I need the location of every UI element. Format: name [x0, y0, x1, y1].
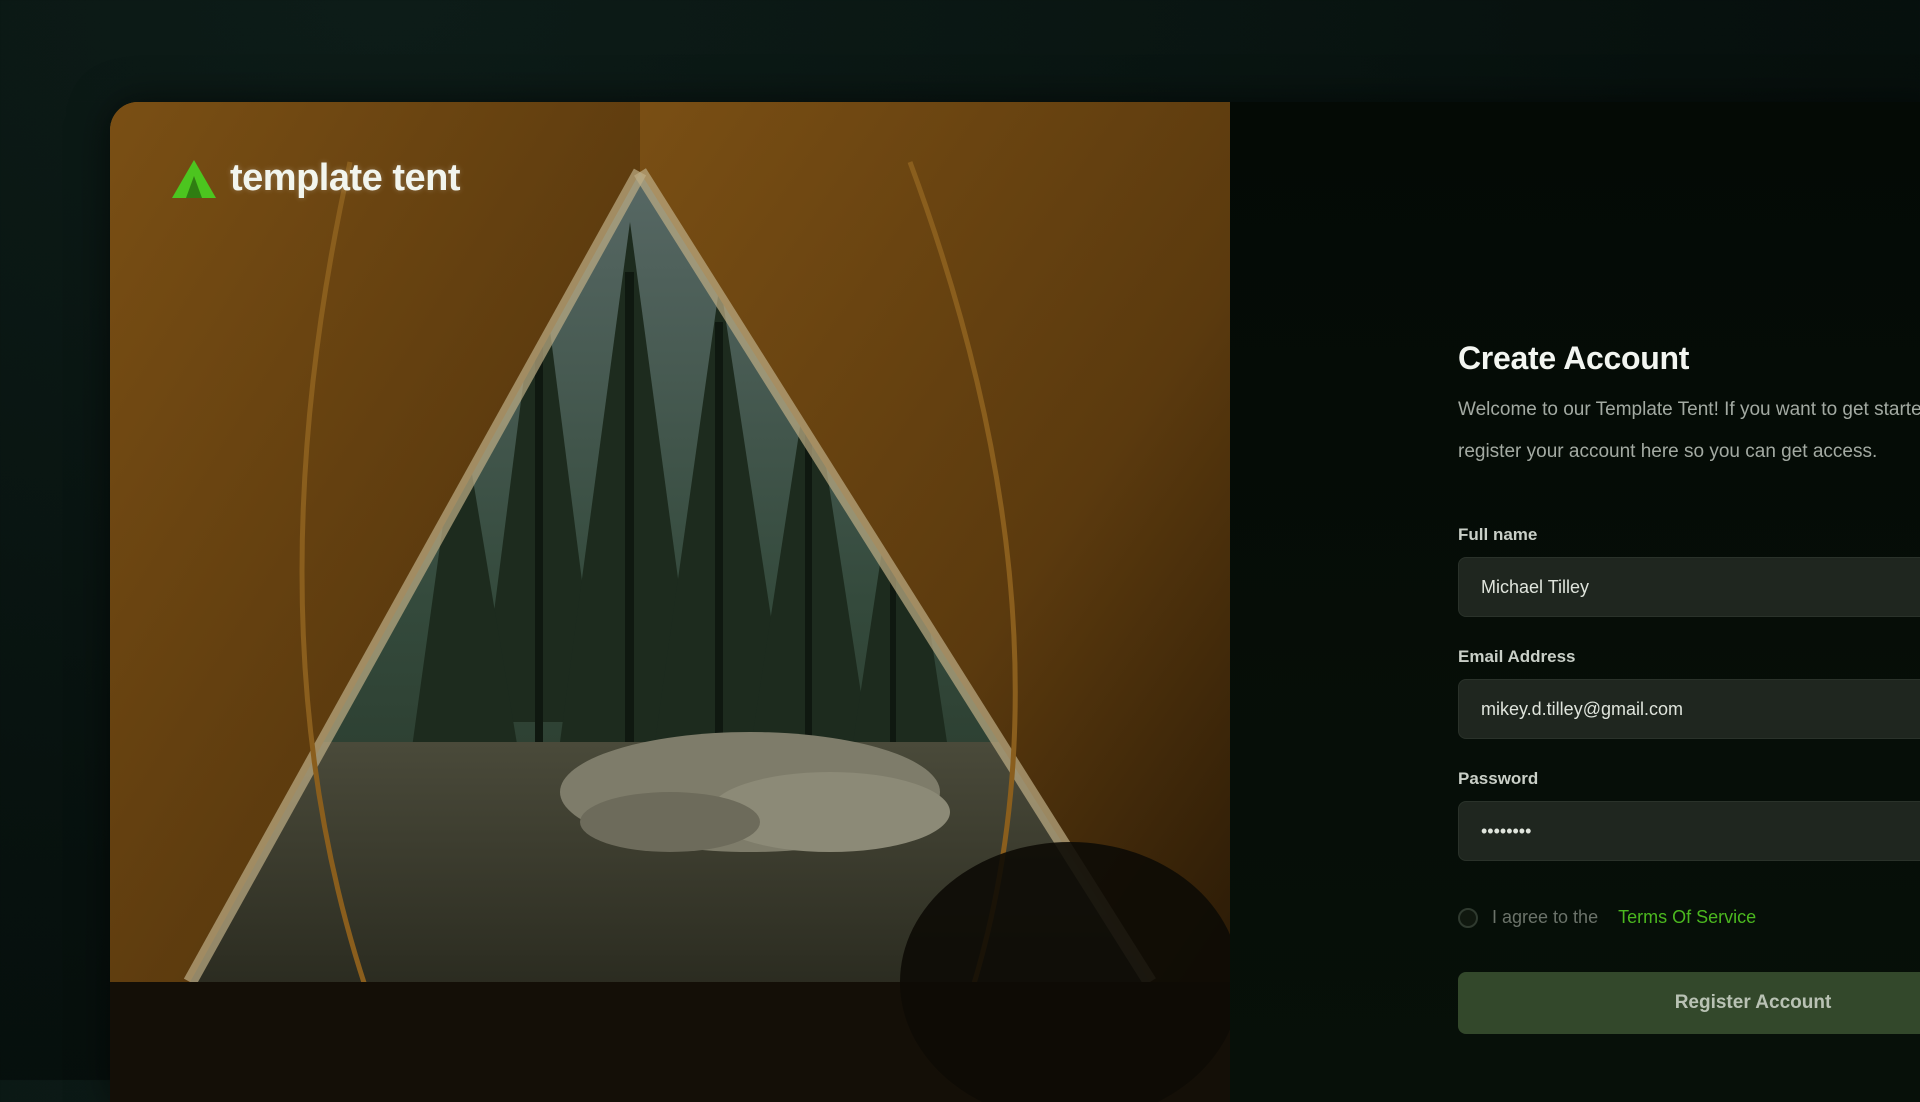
email-label: Email Address — [1458, 647, 1576, 666]
tent-forest-illustration — [110, 102, 1230, 1102]
password-input[interactable] — [1458, 801, 1920, 861]
full-name-input[interactable] — [1458, 557, 1920, 617]
terms-checkbox[interactable] — [1458, 907, 1478, 928]
terms-row: I agree to the Terms Of Service — [1458, 907, 1920, 928]
email-input[interactable] — [1458, 679, 1920, 739]
register-account-button[interactable]: Register Account — [1458, 972, 1920, 1034]
app-window: template tent Create Account Welcome to … — [110, 102, 1920, 1102]
terms-of-service-link[interactable]: Terms Of Service — [1618, 907, 1756, 928]
hero-panel: template tent — [110, 102, 1230, 1102]
brand-logo[interactable]: template tent — [170, 156, 460, 200]
brand-name: template tent — [230, 156, 460, 199]
register-panel: Create Account Welcome to our Template T… — [1230, 102, 1920, 1102]
full-name-label: Full name — [1458, 525, 1538, 544]
tent-logo-icon — [172, 160, 216, 198]
register-form: Create Account Welcome to our Template T… — [1458, 340, 1920, 1034]
terms-text: I agree to the — [1492, 907, 1599, 927]
password-label: Password — [1458, 769, 1539, 788]
page-subtitle: Welcome to our Template Tent! If you wan… — [1458, 399, 1920, 462]
page-title: Create Account — [1458, 340, 1690, 376]
